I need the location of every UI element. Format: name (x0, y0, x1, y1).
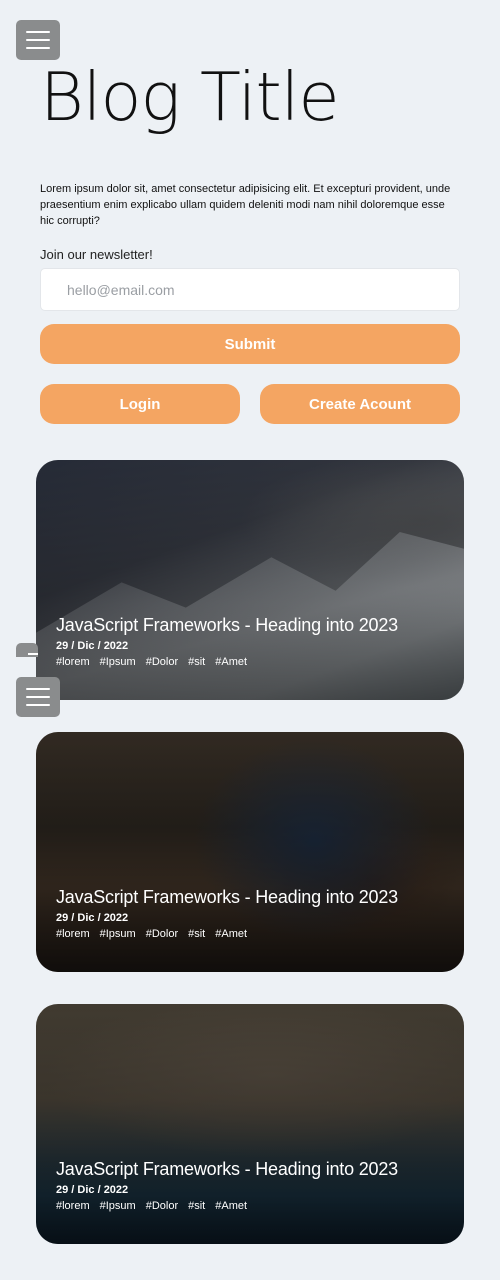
post-card[interactable]: JavaScript Frameworks - Heading into 202… (36, 1004, 464, 1244)
post-tags: #lorem #Ipsum #Dolor #sit #Amet (56, 928, 444, 940)
post-info: JavaScript Frameworks - Heading into 202… (56, 615, 444, 668)
hamburger-menu-icon-line (26, 39, 50, 41)
post-card[interactable]: JavaScript Frameworks - Heading into 202… (36, 732, 464, 972)
post-title: JavaScript Frameworks - Heading into 202… (56, 887, 398, 907)
post-tags: #lorem #Ipsum #Dolor #sit #Amet (56, 1200, 444, 1212)
hamburger-menu-icon (26, 31, 50, 33)
tag[interactable]: #Ipsum (100, 1200, 136, 1212)
email-field[interactable] (40, 268, 460, 311)
post-card[interactable]: JavaScript Frameworks - Heading into 202… (36, 460, 464, 700)
tag[interactable]: #sit (188, 928, 205, 940)
tag[interactable]: #Dolor (146, 656, 178, 668)
post-date: 29 / Dic / 2022 (56, 1184, 129, 1196)
hamburger-menu-icon-line (26, 47, 50, 49)
post-date: 29 / Dic / 2022 (56, 912, 129, 924)
hamburger-menu-icon-line (26, 704, 50, 706)
hamburger-menu-icon-line (26, 696, 50, 698)
tag[interactable]: #sit (188, 656, 205, 668)
menu-button-fragment (16, 643, 38, 657)
newsletter-label: Join our newsletter! (40, 247, 153, 262)
tag[interactable]: #Dolor (146, 1200, 178, 1212)
login-button[interactable]: Login (40, 384, 240, 424)
tag[interactable]: #Amet (215, 656, 247, 668)
submit-button[interactable]: Submit (40, 324, 460, 364)
intro-text: Lorem ipsum dolor sit, amet consectetur … (40, 183, 451, 227)
post-info: JavaScript Frameworks - Heading into 202… (56, 887, 444, 940)
tag[interactable]: #Ipsum (100, 656, 136, 668)
post-tags: #lorem #Ipsum #Dolor #sit #Amet (56, 656, 444, 668)
tag[interactable]: #sit (188, 1200, 205, 1212)
tag[interactable]: #Amet (215, 928, 247, 940)
post-date: 29 / Dic / 2022 (56, 640, 129, 652)
post-info: JavaScript Frameworks - Heading into 202… (56, 1159, 444, 1212)
tag[interactable]: #lorem (56, 656, 90, 668)
tag[interactable]: #Amet (215, 1200, 247, 1212)
menu-button-duplicate[interactable] (16, 677, 60, 717)
tag[interactable]: #lorem (56, 1200, 90, 1212)
menu-button[interactable] (16, 20, 60, 60)
tag[interactable]: #lorem (56, 928, 90, 940)
tag[interactable]: #Dolor (146, 928, 178, 940)
hamburger-menu-icon (26, 688, 50, 690)
tag[interactable]: #Ipsum (100, 928, 136, 940)
post-title: JavaScript Frameworks - Heading into 202… (56, 1159, 398, 1179)
create-account-button[interactable]: Create Acount (260, 384, 460, 424)
post-title: JavaScript Frameworks - Heading into 202… (56, 615, 398, 635)
page-title: Blog Title (40, 58, 340, 136)
